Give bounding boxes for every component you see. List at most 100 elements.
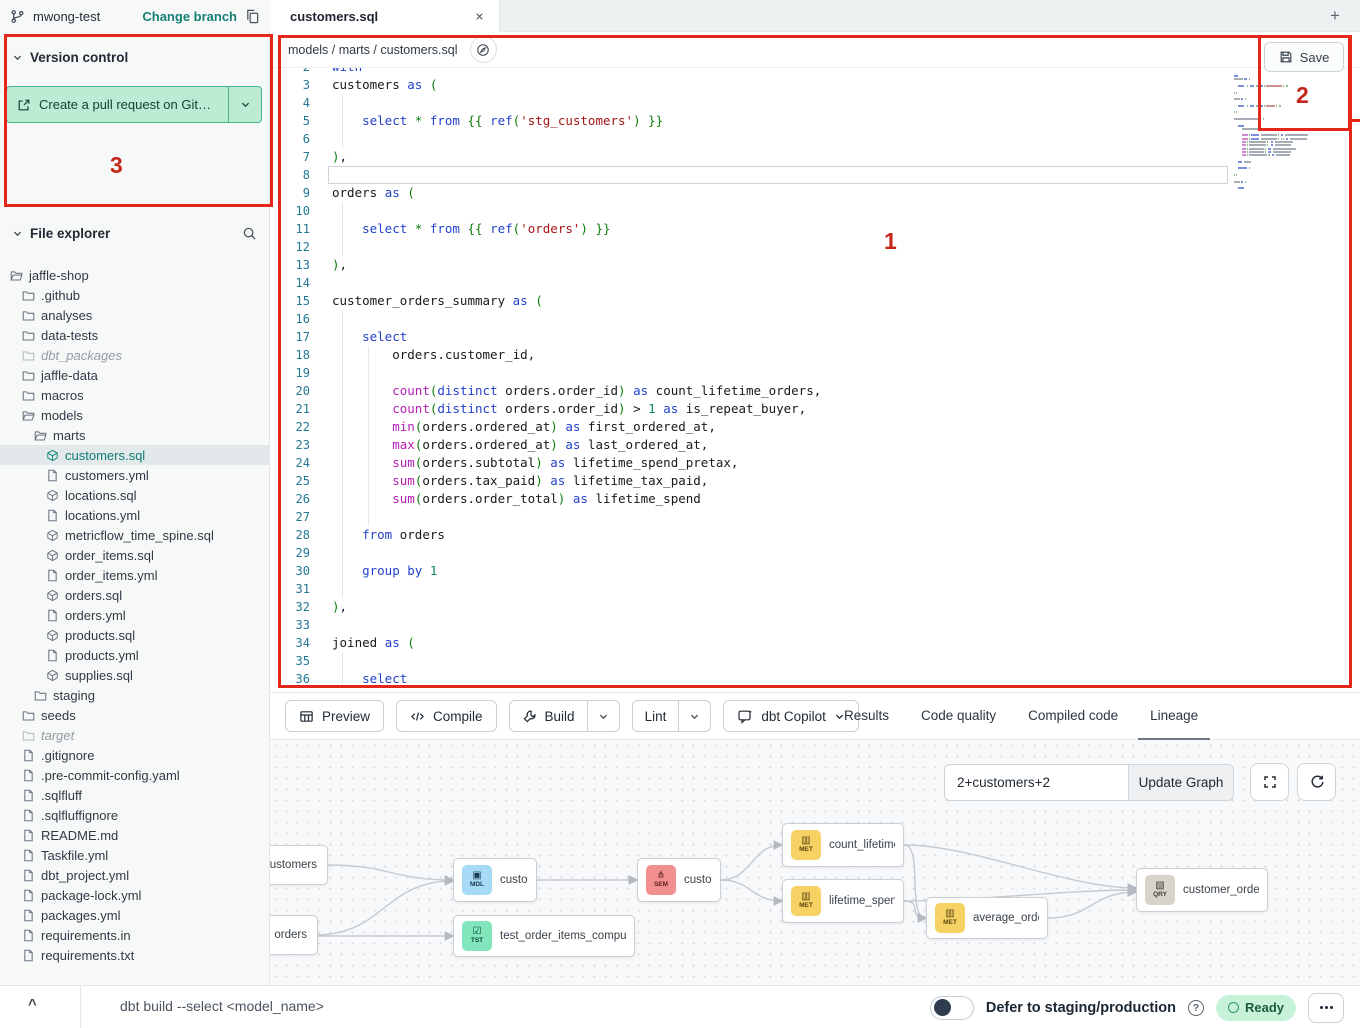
search-icon[interactable] xyxy=(242,226,257,241)
build-button[interactable]: Build xyxy=(510,701,587,731)
tree-item-staging[interactable]: staging xyxy=(0,685,269,705)
lineage-node-semantic-customers[interactable]: ⋔SEMcustomers xyxy=(637,858,721,902)
code-line-26[interactable]: 26 sum(orders.order_total) as lifetime_s… xyxy=(270,490,1360,508)
tree-item-jaffle-shop[interactable]: jaffle-shop xyxy=(0,265,269,285)
code-line-23[interactable]: 23 max(orders.ordered_at) as last_ordere… xyxy=(270,436,1360,454)
code-line-18[interactable]: 18 orders.customer_id, xyxy=(270,346,1360,364)
lineage-node-stg-customers[interactable]: stg_customers xyxy=(270,845,328,885)
tab-lineage[interactable]: Lineage xyxy=(1138,693,1210,741)
code-line-25[interactable]: 25 sum(orders.tax_paid) as lifetime_tax_… xyxy=(270,472,1360,490)
code-line-5[interactable]: 5 select * from {{ ref('stg_customers') … xyxy=(270,112,1360,130)
lineage-node-count-lifetime-orders[interactable]: ▥METcount_lifetime_orders xyxy=(782,823,904,867)
tree-item-order-items-yml[interactable]: order_items.yml xyxy=(0,565,269,585)
tree-item-orders-yml[interactable]: orders.yml xyxy=(0,605,269,625)
refresh-button[interactable] xyxy=(1297,763,1336,801)
preview-button[interactable]: Preview xyxy=(285,700,384,732)
tree-item-data-tests[interactable]: data-tests xyxy=(0,325,269,345)
lineage-node-average-order-value[interactable]: ▥METaverage_order_value xyxy=(926,897,1048,939)
copilot-compass-button[interactable] xyxy=(470,36,497,63)
code-line-29[interactable]: 29 xyxy=(270,544,1360,562)
tree-item-dbt-project-yml[interactable]: dbt_project.yml xyxy=(0,865,269,885)
tree-item-taskfile-yml[interactable]: Taskfile.yml xyxy=(0,845,269,865)
tab-code-quality[interactable]: Code quality xyxy=(909,693,1008,741)
pr-dropdown-caret[interactable] xyxy=(228,87,261,122)
help-icon[interactable]: ? xyxy=(1188,1000,1204,1016)
tree-item-packages-yml[interactable]: packages.yml xyxy=(0,905,269,925)
minimap[interactable] xyxy=(1232,75,1316,195)
lineage-panel[interactable]: stg_customersorders▣MDLcustomers☑TSTtest… xyxy=(270,740,1360,985)
chevron-up-icon[interactable]: ^ xyxy=(28,996,37,1013)
code-line-4[interactable]: 4 xyxy=(270,94,1360,112)
tree-item-locations-yml[interactable]: locations.yml xyxy=(0,505,269,525)
tree-item-models[interactable]: models xyxy=(0,405,269,425)
code-line-2[interactable]: 2with xyxy=(270,68,1360,76)
code-line-31[interactable]: 31 xyxy=(270,580,1360,598)
new-tab-button[interactable]: + xyxy=(1324,5,1346,27)
tree-item-order-items-sql[interactable]: order_items.sql xyxy=(0,545,269,565)
update-graph-button[interactable]: Update Graph xyxy=(1128,764,1234,801)
copy-icon[interactable] xyxy=(245,9,260,24)
tree-item-dbt-packages[interactable]: dbt_packages xyxy=(0,345,269,365)
tree-item-products-yml[interactable]: products.yml xyxy=(0,645,269,665)
tree-item-marts[interactable]: marts xyxy=(0,425,269,445)
lint-button[interactable]: Lint xyxy=(633,701,679,731)
tree-item-gitignore[interactable]: .gitignore xyxy=(0,745,269,765)
code-line-6[interactable]: 6 xyxy=(270,130,1360,148)
lineage-node-customer-order-metrics[interactable]: ▧QRYcustomer_order_metrics xyxy=(1136,868,1268,912)
tree-item-products-sql[interactable]: products.sql xyxy=(0,625,269,645)
build-dropdown-caret[interactable] xyxy=(587,701,619,731)
tab-compiled-code[interactable]: Compiled code xyxy=(1016,693,1130,741)
code-line-17[interactable]: 17 select xyxy=(270,328,1360,346)
tree-item-supplies-sql[interactable]: supplies.sql xyxy=(0,665,269,685)
code-line-8[interactable]: 8 xyxy=(270,166,1360,184)
code-line-36[interactable]: 36 select xyxy=(270,670,1360,688)
code-area[interactable]: 2with3customers as (45 select * from {{ … xyxy=(270,68,1360,692)
code-line-13[interactable]: 13), xyxy=(270,256,1360,274)
code-line-19[interactable]: 19 xyxy=(270,364,1360,382)
tree-item-jaffle-data[interactable]: jaffle-data xyxy=(0,365,269,385)
lineage-node-lifetime-spend-pretax[interactable]: ▥METlifetime_spend_pretax xyxy=(782,879,904,923)
code-line-14[interactable]: 14 xyxy=(270,274,1360,292)
tree-item-locations-sql[interactable]: locations.sql xyxy=(0,485,269,505)
tree-item-package-lock-yml[interactable]: package-lock.yml xyxy=(0,885,269,905)
tree-item-github[interactable]: .github xyxy=(0,285,269,305)
fullscreen-button[interactable] xyxy=(1250,763,1289,801)
lineage-node-model-customers[interactable]: ▣MDLcustomers xyxy=(453,858,537,902)
code-line-11[interactable]: 11 select * from {{ ref('orders') }} xyxy=(270,220,1360,238)
tree-item-sqlfluffignore[interactable]: .sqlfluffignore xyxy=(0,805,269,825)
code-line-30[interactable]: 30 group by 1 xyxy=(270,562,1360,580)
tree-item-sqlfluff[interactable]: .sqlfluff xyxy=(0,785,269,805)
tree-item-orders-sql[interactable]: orders.sql xyxy=(0,585,269,605)
code-line-24[interactable]: 24 sum(orders.subtotal) as lifetime_spen… xyxy=(270,454,1360,472)
code-line-28[interactable]: 28 from orders xyxy=(270,526,1360,544)
code-line-9[interactable]: 9orders as ( xyxy=(270,184,1360,202)
code-line-20[interactable]: 20 count(distinct orders.order_id) as co… xyxy=(270,382,1360,400)
code-line-33[interactable]: 33 xyxy=(270,616,1360,634)
close-icon[interactable] xyxy=(474,11,485,22)
code-line-21[interactable]: 21 count(distinct orders.order_id) > 1 a… xyxy=(270,400,1360,418)
tree-item-target[interactable]: target xyxy=(0,725,269,745)
code-line-3[interactable]: 3customers as ( xyxy=(270,76,1360,94)
tree-item-seeds[interactable]: seeds xyxy=(0,705,269,725)
tree-item-analyses[interactable]: analyses xyxy=(0,305,269,325)
tree-item-readme-md[interactable]: README.md xyxy=(0,825,269,845)
compile-button[interactable]: Compile xyxy=(396,700,497,732)
defer-toggle[interactable] xyxy=(930,996,974,1020)
code-line-7[interactable]: 7), xyxy=(270,148,1360,166)
tree-item-requirements-in[interactable]: requirements.in xyxy=(0,925,269,945)
lint-dropdown-caret[interactable] xyxy=(678,701,710,731)
code-line-35[interactable]: 35 xyxy=(270,652,1360,670)
create-pull-request-button[interactable]: Create a pull request on Git… xyxy=(6,86,262,123)
file-explorer-header[interactable]: File explorer xyxy=(0,226,269,241)
tree-item-pre-commit-config-yaml[interactable]: .pre-commit-config.yaml xyxy=(0,765,269,785)
lineage-node-orders[interactable]: orders xyxy=(270,915,318,955)
change-branch-link[interactable]: Change branch xyxy=(142,9,237,24)
code-line-32[interactable]: 32), xyxy=(270,598,1360,616)
tree-item-macros[interactable]: macros xyxy=(0,385,269,405)
tree-item-customers-yml[interactable]: customers.yml xyxy=(0,465,269,485)
code-line-12[interactable]: 12 xyxy=(270,238,1360,256)
code-line-16[interactable]: 16 xyxy=(270,310,1360,328)
code-line-10[interactable]: 10 xyxy=(270,202,1360,220)
tab-customers-sql[interactable]: customers.sql xyxy=(270,0,500,32)
tree-item-requirements-txt[interactable]: requirements.txt xyxy=(0,945,269,965)
